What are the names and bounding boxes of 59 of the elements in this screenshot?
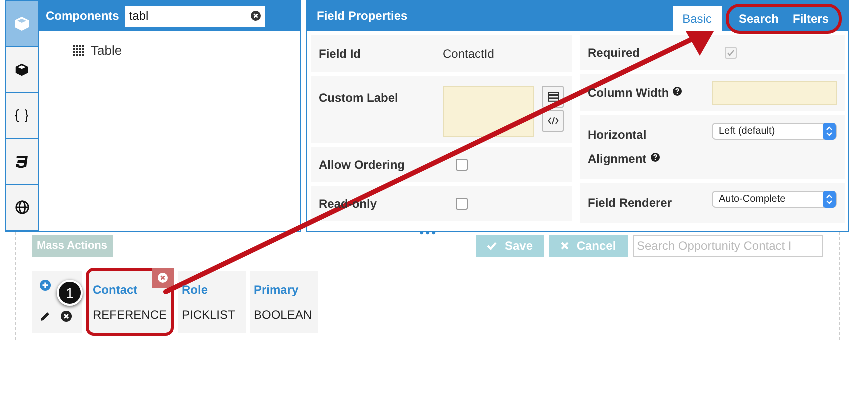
component-item[interactable]: Table — [73, 41, 300, 60]
panel-title: Field Properties — [317, 8, 408, 25]
column-header[interactable]: Role — [182, 281, 208, 299]
grip-icon[interactable] — [420, 231, 436, 235]
checkbox[interactable] — [456, 198, 468, 210]
width-input[interactable] — [712, 80, 837, 104]
field-label: Required — [588, 46, 640, 60]
sidebar-tab[interactable] — [6, 139, 38, 184]
sidebar-tab[interactable] — [6, 47, 38, 92]
field-label: Column Width — [588, 86, 682, 100]
remove-icon[interactable] — [61, 310, 72, 322]
globe-icon — [14, 200, 30, 215]
field-label: Field Id — [319, 46, 361, 60]
help-icon — [673, 86, 682, 96]
column-header[interactable]: Contact — [93, 281, 138, 299]
pencil-icon[interactable] — [40, 310, 51, 322]
grid-icon — [73, 45, 85, 56]
close-icon — [158, 273, 168, 283]
help-icon — [650, 153, 660, 162]
select-value: Auto-Complete — [719, 193, 786, 207]
search-field[interactable]: tabl — [125, 6, 266, 26]
field-label: Allow Ordering — [319, 158, 406, 172]
column-header[interactable]: Primary — [254, 281, 299, 299]
clear-icon[interactable] — [251, 11, 262, 21]
field-label: Horizontal Alignment — [588, 128, 660, 166]
checkbox[interactable] — [456, 158, 468, 170]
checkbox[interactable] — [725, 46, 737, 58]
tab[interactable]: Search — [732, 10, 786, 28]
cube-icon — [14, 16, 30, 32]
search-value: tabl — [129, 8, 149, 25]
list-icon — [548, 92, 558, 102]
remove-column-button[interactable] — [152, 268, 174, 288]
search-field[interactable]: Search Opportunity Contact I — [633, 235, 823, 257]
field-value: ContactId — [443, 46, 494, 62]
sidebar-tab[interactable] — [6, 93, 38, 138]
select-field[interactable]: Left (default) — [712, 123, 837, 140]
select-value: Left (default) — [719, 125, 776, 139]
field-label: Field Renderer — [588, 196, 672, 210]
close-icon — [560, 242, 569, 250]
check-icon — [486, 242, 497, 250]
select-field[interactable]: Auto-Complete — [712, 191, 837, 208]
add-icon[interactable] — [40, 280, 51, 290]
css-icon — [15, 154, 29, 168]
tab[interactable]: Filters — [786, 10, 836, 28]
cube-icon — [15, 62, 29, 76]
check-icon — [727, 48, 735, 56]
code-icon — [548, 117, 558, 125]
label-input[interactable] — [443, 86, 534, 137]
tab[interactable]: Basic — [672, 6, 722, 31]
chevron-icon — [823, 123, 836, 140]
panel-title: Components — [46, 8, 120, 25]
field-label: Custom Label — [319, 91, 398, 105]
table-cell-text: BOOLEAN — [254, 307, 312, 324]
code-button[interactable] — [542, 110, 564, 132]
table-cell-text: PICKLIST — [182, 307, 236, 324]
braces-icon — [14, 108, 30, 122]
chevron-icon — [823, 191, 836, 208]
sidebar-tab[interactable] — [6, 185, 38, 230]
table-cell-text: REFERENCE — [93, 307, 168, 324]
